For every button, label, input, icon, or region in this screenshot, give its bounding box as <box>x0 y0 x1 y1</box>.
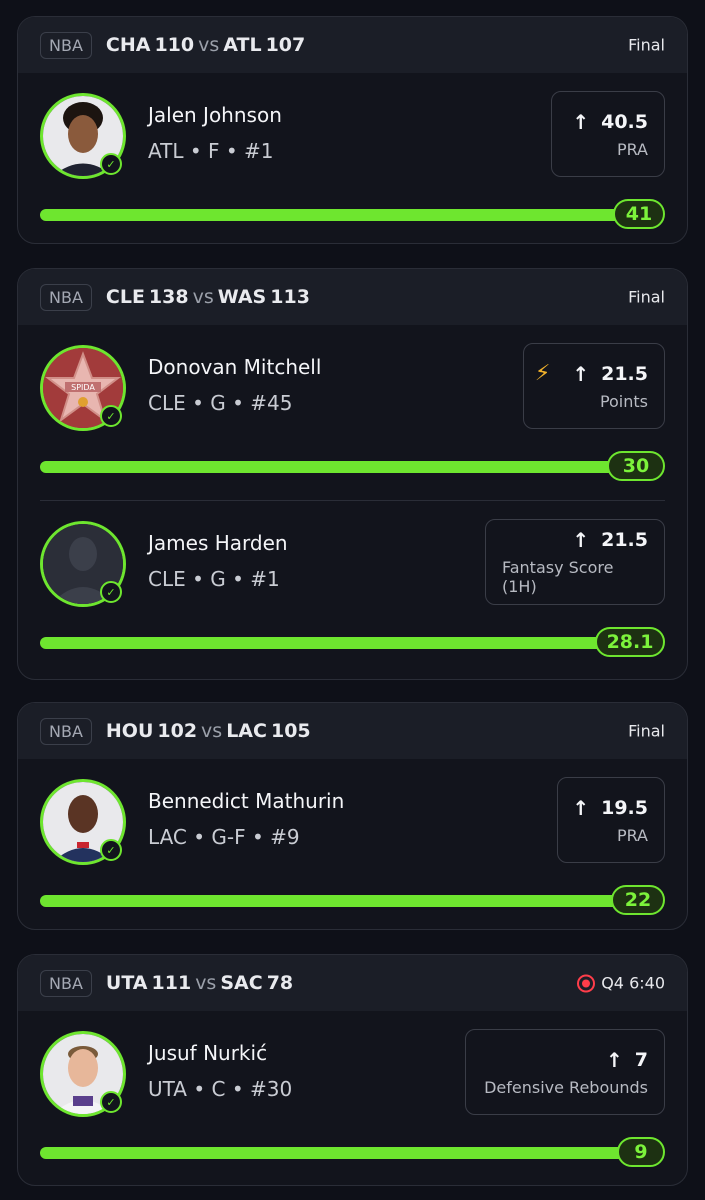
prop-stat: Points <box>599 392 648 411</box>
lightning-bolt-icon: ⚡ <box>534 361 551 386</box>
game-header: NBA CLE 138 vs WAS 113 Final <box>18 269 687 325</box>
arrow-up-icon: ↑ <box>572 795 590 820</box>
player-name: Donovan Mitchell <box>148 355 322 379</box>
player-name: Jusuf Nurkić <box>148 1041 268 1065</box>
player-meta: UTA • C • #30 <box>148 1077 293 1101</box>
prop-stat: PRA <box>616 139 648 159</box>
result-bubble: 28.1 <box>595 627 665 657</box>
player-row[interactable]: ✓ James Harden CLE • G • #1 ↑ 21.5 Fantas… <box>18 501 687 677</box>
prop-line-box[interactable]: ↑ 19.5 PRA <box>557 777 665 863</box>
prop-line-box[interactable]: ↑ 21.5 Fantasy Score (1H) <box>485 519 665 605</box>
player-row[interactable]: ✓ Jusuf Nurkić UTA • C • #30 ↑ 7 Defensiv… <box>18 1011 687 1183</box>
game-card[interactable]: NBA CHA 110 vs ATL 107 Final ✓ Jalen Johnson… <box>17 16 688 244</box>
arrow-up-icon: ↑ <box>572 109 590 134</box>
player-name: Bennedict Mathurin <box>148 789 345 813</box>
game-header: NBA CHA 110 vs ATL 107 Final <box>18 17 687 73</box>
progress-fill <box>40 461 635 473</box>
game-card[interactable]: NBA UTA 111 vs SAC 78 Q4 6:40 ✓ Jusuf Nurkić… <box>17 954 688 1186</box>
player-meta: LAC • G-F • #9 <box>148 825 300 849</box>
result-bubble: 41 <box>613 199 665 229</box>
game-status: Final <box>628 721 665 741</box>
scoreline: CLE 138 vs WAS 113 <box>105 286 310 308</box>
prop-line: 40.5 <box>601 110 648 133</box>
progress-bar: 22 <box>40 885 665 915</box>
game-card[interactable]: NBA CLE 138 vs WAS 113 Final SPIDA ✓ Donovan… <box>17 268 688 680</box>
game-status: Q4 6:40 <box>577 974 665 993</box>
progress-bar: 30 <box>40 451 665 481</box>
league-badge: NBA <box>40 717 92 745</box>
live-indicator-icon <box>577 974 596 992</box>
prop-line-box[interactable]: ↑ 40.5 PRA <box>551 91 665 177</box>
prop-stat: PRA <box>616 825 648 845</box>
arrow-up-icon: ↑ <box>572 528 590 552</box>
progress-fill <box>40 637 620 649</box>
progress-bar: 9 <box>40 1137 665 1167</box>
player-name: Jalen Johnson <box>148 103 282 127</box>
progress-fill <box>40 895 640 907</box>
result-bubble: 9 <box>617 1137 665 1167</box>
arrow-up-icon: ↑ <box>606 1047 623 1072</box>
player-meta: CLE • G • #1 <box>148 567 280 591</box>
player-meta: CLE • G • #45 <box>148 391 293 415</box>
league-badge: NBA <box>40 31 92 59</box>
scoreline: HOU 102 vs LAC 105 <box>105 720 311 742</box>
player-name: James Harden <box>148 531 288 555</box>
arrow-up-icon: ↑ <box>572 361 590 386</box>
result-bubble: 22 <box>611 885 665 915</box>
prop-line: 21.5 <box>601 362 648 385</box>
prop-line-box[interactable]: ⚡ ↑ 21.5 Points <box>523 343 665 429</box>
check-icon: ✓ <box>100 839 122 861</box>
check-icon: ✓ <box>100 405 122 427</box>
prop-stat: Defensive Rebounds <box>484 1077 648 1097</box>
player-row[interactable]: ✓ Bennedict Mathurin LAC • G-F • #9 ↑ 19.… <box>18 759 687 929</box>
prop-line: 21.5 <box>601 529 648 551</box>
player-row[interactable]: SPIDA ✓ Donovan Mitchell CLE • G • #45 ⚡… <box>18 325 687 501</box>
progress-bar: 28.1 <box>40 627 665 657</box>
game-status: Final <box>628 287 665 307</box>
avatar-text: SPIDA <box>71 383 95 392</box>
scoreline: UTA 111 vs SAC 78 <box>105 972 294 994</box>
prop-line: 7 <box>634 1048 648 1071</box>
prop-stat: Fantasy Score (1H) <box>502 558 614 596</box>
scoreline: CHA 110 vs ATL 107 <box>105 34 306 56</box>
game-card[interactable]: NBA HOU 102 vs LAC 105 Final ✓ Bennedict Mat… <box>17 702 688 930</box>
league-badge: NBA <box>40 283 92 311</box>
game-status: Final <box>628 35 665 55</box>
player-row[interactable]: ✓ Jalen Johnson ATL • F • #1 ↑ 40.5 PRA 4… <box>18 73 687 243</box>
check-icon: ✓ <box>100 581 122 603</box>
check-icon: ✓ <box>100 153 122 175</box>
progress-fill <box>40 209 640 221</box>
progress-bar: 41 <box>40 199 665 229</box>
prop-line-box[interactable]: ↑ 7 Defensive Rebounds <box>465 1029 665 1115</box>
result-bubble: 30 <box>607 451 665 481</box>
progress-fill <box>40 1147 635 1159</box>
player-meta: ATL • F • #1 <box>148 139 274 163</box>
prop-line: 19.5 <box>601 796 648 819</box>
game-header: NBA HOU 102 vs LAC 105 Final <box>18 703 687 759</box>
league-badge: NBA <box>40 969 92 997</box>
check-icon: ✓ <box>100 1091 122 1113</box>
game-header: NBA UTA 111 vs SAC 78 Q4 6:40 <box>18 955 687 1011</box>
